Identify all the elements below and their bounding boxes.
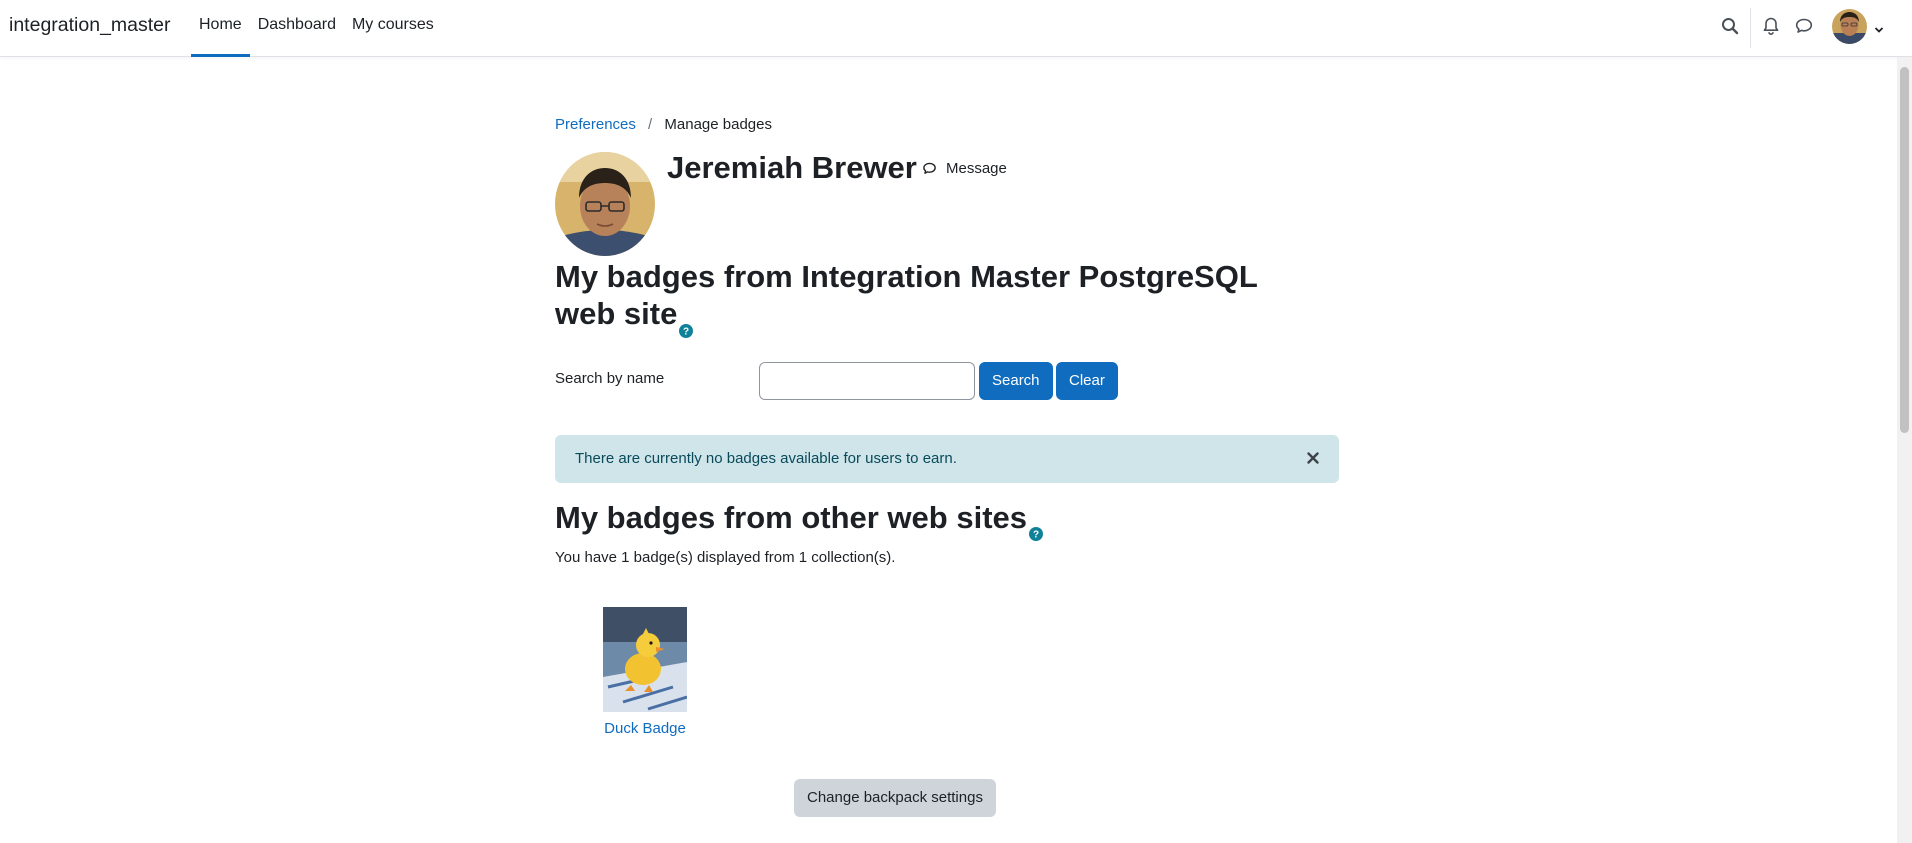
scrollbar-thumb[interactable] <box>1900 67 1909 433</box>
svg-text:?: ? <box>1033 529 1039 540</box>
search-button[interactable]: Search <box>979 362 1053 400</box>
info-alert: There are currently no badges available … <box>555 435 1339 483</box>
nav-home[interactable]: Home <box>191 0 250 57</box>
page-scrollbar[interactable] <box>1897 57 1912 843</box>
chat-icon <box>923 162 936 174</box>
clear-button[interactable]: Clear <box>1056 362 1118 400</box>
help-icon[interactable]: ? <box>679 309 694 338</box>
top-navbar: integration_master Home Dashboard My cou… <box>0 0 1912 57</box>
message-label: Message <box>946 160 1007 177</box>
navbar-divider <box>1750 8 1751 48</box>
chevron-down-icon <box>1874 22 1884 33</box>
other-badges-heading-text: My badges from other web sites <box>555 500 1027 535</box>
user-menu[interactable] <box>1832 9 1888 47</box>
svg-text:?: ? <box>683 326 689 337</box>
site-badges-heading: My badges from Integration Master Postgr… <box>555 258 1315 338</box>
breadcrumb: Preferences / Manage badges <box>555 116 772 133</box>
search-by-name-label: Search by name <box>555 370 665 387</box>
change-backpack-settings-button[interactable]: Change backpack settings <box>794 779 996 817</box>
search-icon[interactable] <box>1719 15 1741 37</box>
alert-message: There are currently no badges available … <box>575 450 957 467</box>
other-badges-heading: My badges from other web sites? <box>555 500 1043 541</box>
breadcrumb-preferences[interactable]: Preferences <box>555 116 636 133</box>
site-brand[interactable]: integration_master <box>9 14 171 37</box>
nav-my-courses[interactable]: My courses <box>344 0 442 57</box>
close-icon[interactable] <box>1303 448 1323 468</box>
help-icon[interactable]: ? <box>1029 513 1043 541</box>
profile-avatar <box>555 152 655 256</box>
collection-summary: You have 1 badge(s) displayed from 1 col… <box>555 549 896 566</box>
avatar <box>1832 9 1867 44</box>
primary-navigation: Home Dashboard My courses <box>191 0 442 57</box>
chat-icon[interactable] <box>1793 15 1815 37</box>
message-button[interactable]: Message <box>921 160 1007 177</box>
duck-badge-image[interactable] <box>603 607 687 712</box>
breadcrumb-current: Manage badges <box>664 116 772 133</box>
badge-name-link[interactable]: Duck Badge <box>595 720 695 737</box>
badge-item: Duck Badge <box>595 607 695 737</box>
search-input[interactable] <box>759 362 975 400</box>
nav-dashboard[interactable]: Dashboard <box>250 0 344 57</box>
site-badges-heading-text: My badges from Integration Master Postgr… <box>555 259 1258 331</box>
breadcrumb-separator: / <box>648 116 653 133</box>
bell-icon[interactable] <box>1760 15 1782 37</box>
profile-name: Jeremiah Brewer <box>667 150 917 185</box>
